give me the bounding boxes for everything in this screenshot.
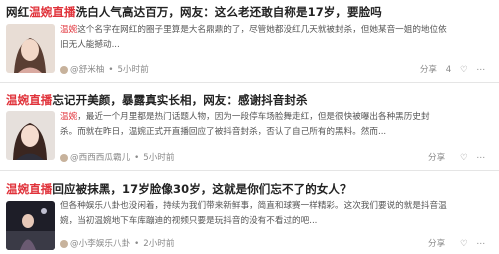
article-thumbnail[interactable]: [6, 201, 55, 250]
title-highlight: 温婉直播: [6, 182, 53, 196]
share-button[interactable]: 分享: [422, 153, 454, 163]
like-icon[interactable]: ♡: [460, 65, 468, 75]
feed-item-2[interactable]: 温婉直播忘记开美颜，暴露真实长相，网友：感谢抖音封杀 温婉，最近一个月里都是热门…: [0, 84, 499, 171]
more-icon[interactable]: ⋯: [476, 239, 485, 249]
more-icon[interactable]: ⋯: [476, 65, 485, 75]
publish-time: 2小时前: [143, 239, 175, 249]
news-feed: 网红温婉直播洗白人气高达百万，网友：这么老还敢自称是17岁，要脸吗 温婉这个名字…: [0, 0, 499, 254]
share-button[interactable]: 分享: [422, 239, 454, 249]
author-name[interactable]: @舒米柚: [70, 65, 104, 75]
title-prefix: 网红: [6, 5, 30, 19]
article-meta: @西西西瓜霸儿 • 5小时前: [60, 151, 175, 163]
author-avatar: [60, 153, 68, 162]
title-highlight: 温婉直播: [6, 93, 53, 107]
article-thumbnail[interactable]: [6, 111, 55, 160]
title-suffix: 忘记开美颜，暴露真实长相，网友：感谢抖音封杀: [52, 93, 308, 107]
feed-item-3[interactable]: 温婉直播回应被抹黑，17岁脸像30岁，这就是你们忘不了的女人？ 但各种娱乐八卦也…: [0, 171, 499, 254]
title-suffix: 洗白人气高达百万，网友：这么老还敢自称是17岁，要脸吗: [75, 5, 382, 19]
like-icon[interactable]: ♡: [460, 153, 468, 163]
author-name[interactable]: @西西西瓜霸儿: [70, 153, 130, 163]
divider: [0, 82, 499, 83]
article-actions: 分享 4 ♡ ⋯: [408, 63, 485, 75]
author-name[interactable]: @小李娱乐八卦: [70, 239, 130, 249]
author-avatar: [60, 239, 68, 248]
article-meta: @舒米柚 • 5小时前: [60, 63, 149, 75]
article-title[interactable]: 网红温婉直播洗白人气高达百万，网友：这么老还敢自称是17岁，要脸吗: [6, 4, 382, 20]
article-summary: 温婉这个名字在网红的圈子里算是大名鼎鼎的了，尽管她都没红几天就被封杀，但她某音一…: [60, 25, 447, 50]
title-highlight: 温婉直播: [29, 5, 76, 19]
article-summary: 但各种娱乐八卦也没闲着，持续为我们带来新鲜事，简直和球赛一样精彩。这次我们要说的…: [60, 201, 447, 226]
publish-time: 5小时前: [117, 65, 149, 75]
article-thumbnail[interactable]: [6, 24, 55, 73]
article-title[interactable]: 温婉直播忘记开美颜，暴露真实长相，网友：感谢抖音封杀: [6, 92, 308, 108]
share-button[interactable]: 分享 4: [414, 65, 451, 75]
author-avatar: [60, 65, 68, 74]
article-meta: @小李娱乐八卦 • 2小时前: [60, 237, 175, 249]
publish-time: 5小时前: [143, 153, 175, 163]
article-summary: 温婉，最近一个月里都是热门话题人物，因为一段停车场脸舞走红，但是很快被曝出各种黑…: [60, 112, 430, 137]
article-title[interactable]: 温婉直播回应被抹黑，17岁脸像30岁，这就是你们忘不了的女人？: [6, 181, 352, 197]
feed-item-1[interactable]: 网红温婉直播洗白人气高达百万，网友：这么老还敢自称是17岁，要脸吗 温婉这个名字…: [0, 0, 499, 84]
article-actions: 分享 ♡ ⋯: [416, 237, 485, 249]
title-suffix: 回应被抹黑，17岁脸像30岁，这就是你们忘不了的女人？: [52, 182, 352, 196]
more-icon[interactable]: ⋯: [476, 153, 485, 163]
like-icon[interactable]: ♡: [460, 239, 468, 249]
article-actions: 分享 ♡ ⋯: [416, 151, 485, 163]
